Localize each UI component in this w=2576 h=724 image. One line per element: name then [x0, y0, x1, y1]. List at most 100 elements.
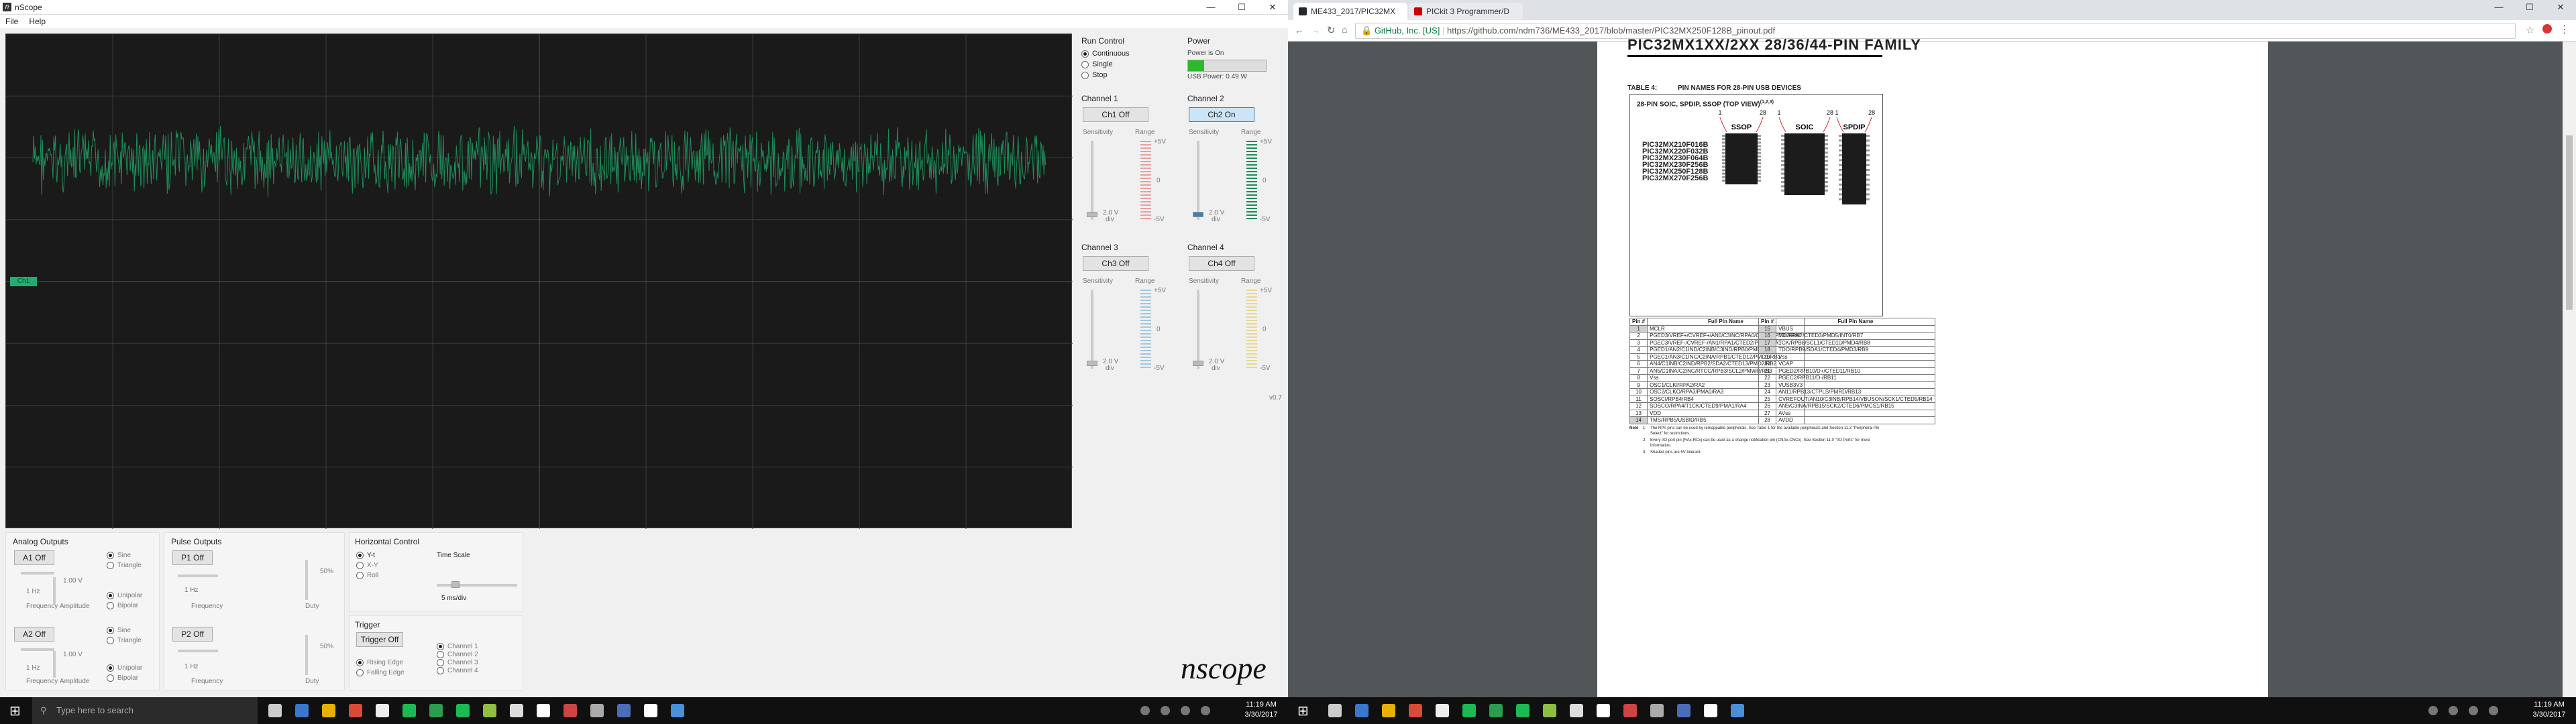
volume-icon[interactable] — [2449, 706, 2458, 715]
browser-minimize-icon[interactable]: — — [2483, 0, 2514, 15]
browser-close-icon[interactable]: ✕ — [2545, 0, 2576, 15]
tab-me433[interactable]: ME433_2017/PIC32MX — [1293, 3, 1407, 20]
taskbar-app-icon[interactable] — [590, 704, 604, 717]
trigger-rising-radio[interactable]: Rising Edge — [356, 659, 405, 666]
channel-4-sensitivity-thumb[interactable] — [1193, 361, 1203, 366]
channel-1-toggle-button[interactable]: Ch1 Off — [1083, 107, 1148, 122]
taskbar-app-icon[interactable] — [564, 704, 577, 717]
forward-icon[interactable]: → — [1311, 25, 1320, 36]
channel-4-sensitivity-slider[interactable] — [1197, 290, 1199, 369]
trigger-ch1-radio[interactable]: Channel 1 — [437, 643, 478, 650]
p2-duty-slider[interactable] — [305, 635, 308, 675]
trigger-toggle-button[interactable]: Trigger Off — [356, 632, 403, 647]
scroll-thumb[interactable] — [2566, 135, 2573, 310]
taskbar-app-icon[interactable] — [1650, 704, 1664, 717]
taskbar-app-icon[interactable] — [456, 704, 470, 717]
run-stop-radio[interactable]: Stop — [1081, 71, 1182, 79]
trigger-falling-radio[interactable]: Falling Edge — [356, 669, 405, 676]
taskbar-app-icon[interactable] — [1516, 704, 1529, 717]
p2-frequency-slider[interactable] — [178, 650, 218, 652]
notification-icon[interactable] — [1201, 706, 1210, 715]
windows-start-icon-2[interactable]: ⊞ — [1297, 703, 1309, 719]
p1-duty-slider[interactable] — [305, 560, 308, 600]
taskbar-app-icon[interactable] — [268, 704, 282, 717]
taskbar-app-icon[interactable] — [1462, 704, 1476, 717]
taskbar-app-icon[interactable] — [1623, 704, 1637, 717]
a1-triangle-radio[interactable]: Triangle — [107, 562, 142, 569]
keyboard-icon[interactable] — [1181, 706, 1190, 715]
address-bar[interactable]: 🔒 GitHub, Inc. [US] | https://github.com… — [1355, 23, 2516, 39]
taskbar-app-icon[interactable] — [1489, 704, 1503, 717]
volume-icon[interactable] — [1161, 706, 1170, 715]
back-icon[interactable]: ← — [1295, 25, 1304, 36]
taskbar-app-icon[interactable] — [1597, 704, 1610, 717]
channel-3-sensitivity-slider[interactable] — [1091, 290, 1093, 369]
trigger-ch2-radio[interactable]: Channel 2 — [437, 651, 478, 658]
a1-sine-radio[interactable]: Sine — [107, 552, 142, 559]
a1-toggle-button[interactable]: A1 Off — [14, 550, 54, 565]
taskbar-app-icon[interactable] — [429, 704, 443, 717]
a2-unipolar-radio[interactable]: Unipolar — [107, 664, 142, 672]
notification-icon[interactable] — [2489, 706, 2498, 715]
search-box[interactable]: ⚲ Type here to search — [32, 697, 258, 724]
taskbar-app-icon[interactable] — [537, 704, 550, 717]
trigger-ch4-radio[interactable]: Channel 4 — [437, 667, 478, 674]
taskbar-app-icon[interactable] — [617, 704, 631, 717]
taskbar-app-icon[interactable] — [483, 704, 496, 717]
taskbar-app-icon[interactable] — [510, 704, 523, 717]
close-icon[interactable]: ✕ — [1257, 0, 1288, 15]
extension-icon[interactable] — [2542, 24, 2552, 34]
taskbar-app-icon[interactable] — [295, 704, 309, 717]
run-single-radio[interactable]: Single — [1081, 60, 1182, 68]
taskbar-app-icon[interactable] — [1382, 704, 1395, 717]
taskbar-app-icon[interactable] — [1731, 704, 1744, 717]
channel-3-sensitivity-thumb[interactable] — [1087, 361, 1097, 366]
scope-display[interactable]: Ch1 — [5, 34, 1073, 529]
taskbar-app-icon[interactable] — [1704, 704, 1717, 717]
taskbar-app-icon[interactable] — [1543, 704, 1556, 717]
run-continuous-radio[interactable]: Continuous — [1081, 50, 1182, 58]
channel-1-sensitivity-slider[interactable] — [1091, 141, 1093, 220]
taskbar-app-icon[interactable] — [322, 704, 335, 717]
taskbar-app-icon[interactable] — [1570, 704, 1583, 717]
channel-4-toggle-button[interactable]: Ch4 Off — [1189, 256, 1254, 271]
p1-toggle-button[interactable]: P1 Off — [172, 550, 213, 565]
menu-icon[interactable]: ⋮ — [2559, 23, 2570, 36]
taskbar-app-icon[interactable] — [1409, 704, 1422, 717]
taskbar-app-icon[interactable] — [1436, 704, 1449, 717]
clock-right[interactable]: 11:19 AM 3/30/2017 — [2529, 700, 2569, 720]
wifi-icon[interactable] — [1140, 706, 1150, 715]
channel-marker[interactable]: Ch1 — [10, 277, 37, 286]
channel-1-sensitivity-thumb[interactable] — [1087, 212, 1097, 217]
minimize-icon[interactable]: — — [1195, 0, 1226, 15]
taskbar-app-icon[interactable] — [644, 704, 657, 717]
trigger-ch3-radio[interactable]: Channel 3 — [437, 659, 478, 666]
a1-amplitude-slider[interactable] — [53, 577, 56, 604]
maximize-icon[interactable]: ☐ — [1226, 0, 1257, 15]
menu-help[interactable]: Help — [23, 15, 51, 28]
mode-roll-radio[interactable]: Roll — [356, 572, 378, 579]
menu-file[interactable]: File — [0, 15, 23, 28]
a2-frequency-slider[interactable] — [21, 648, 54, 651]
windows-start-icon[interactable]: ⊞ — [9, 703, 21, 719]
clock-left[interactable]: 11:19 AM 3/30/2017 — [1241, 700, 1281, 720]
p1-frequency-slider[interactable] — [178, 575, 218, 577]
channel-2-sensitivity-thumb[interactable] — [1193, 212, 1203, 217]
a1-frequency-slider[interactable] — [21, 572, 54, 575]
reload-icon[interactable]: ↻ — [1327, 24, 1336, 36]
pdf-scrollbar[interactable] — [2563, 42, 2576, 697]
browser-maximize-icon[interactable]: ☐ — [2514, 0, 2545, 15]
wifi-icon[interactable] — [2428, 706, 2438, 715]
channel-2-toggle-button[interactable]: Ch2 On — [1189, 107, 1254, 122]
timescale-slider[interactable] — [437, 584, 517, 587]
tab-pickit[interactable]: PICkit 3 Programmer/D — [1409, 3, 1523, 20]
taskbar-app-icon[interactable] — [671, 704, 684, 717]
mode-yt-radio[interactable]: Y-t — [356, 552, 378, 559]
p2-toggle-button[interactable]: P2 Off — [172, 627, 213, 642]
taskbar-app-icon[interactable] — [1355, 704, 1368, 717]
channel-2-sensitivity-slider[interactable] — [1197, 141, 1199, 220]
a2-amplitude-slider[interactable] — [53, 651, 56, 678]
keyboard-icon[interactable] — [2469, 706, 2478, 715]
home-icon[interactable]: ⌂ — [1342, 24, 1347, 35]
a1-unipolar-radio[interactable]: Unipolar — [107, 592, 142, 599]
